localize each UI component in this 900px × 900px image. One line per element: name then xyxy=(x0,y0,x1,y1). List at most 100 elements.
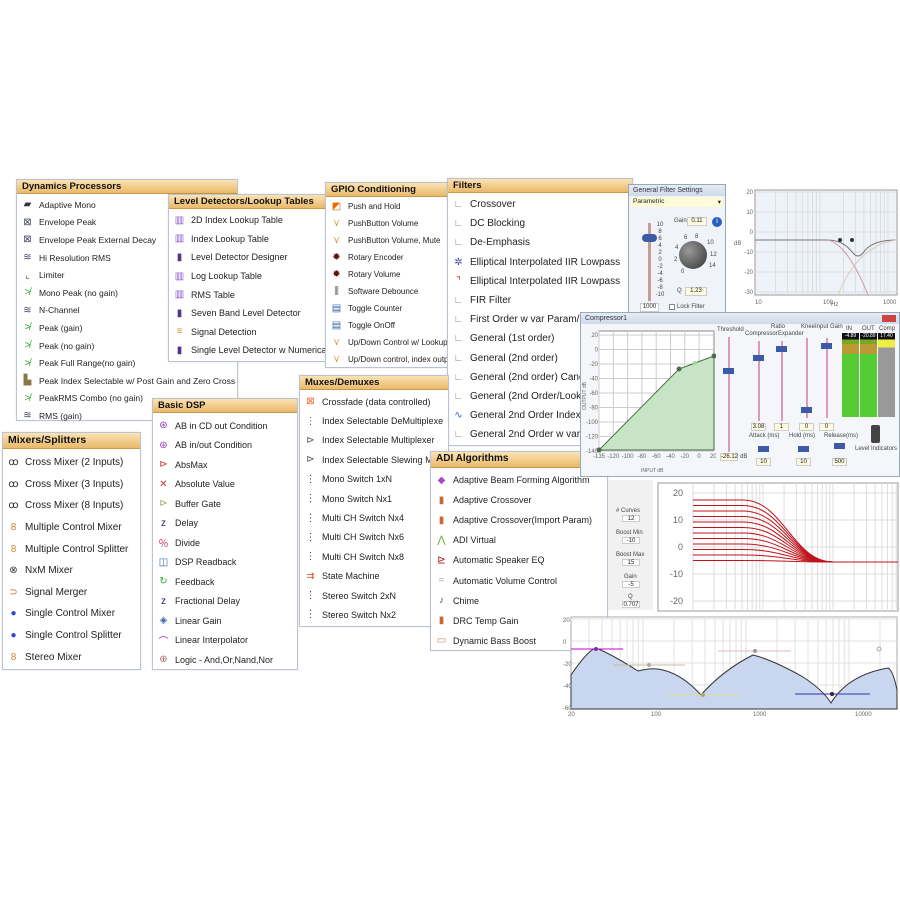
band-point[interactable] xyxy=(753,649,757,653)
palette-item[interactable]: ⊛ AB in/out Condition xyxy=(153,436,297,456)
palette-item[interactable]: ⌝ Elliptical Interpolated IIR Lowpass xyxy=(448,272,632,291)
knee-field[interactable]: 0 xyxy=(799,423,814,431)
palette-item[interactable]: ▮ Seven Band Level Detector xyxy=(169,304,327,323)
curves-field[interactable]: 12 xyxy=(622,515,640,522)
band-point[interactable] xyxy=(594,647,598,651)
palette-item[interactable]: ⋮ Stereo Switch 2xN xyxy=(300,586,448,605)
q-field[interactable]: 1.23 xyxy=(685,287,707,296)
palette-item[interactable]: ⋎ Up/Down Control w/ Lookup xyxy=(326,334,450,351)
band-point[interactable] xyxy=(647,663,651,667)
palette-item[interactable]: ⇉ State Machine xyxy=(300,567,448,586)
palette-item[interactable]: ꝏ Cross Mixer (8 Inputs) xyxy=(3,495,140,517)
threshold-slider[interactable] xyxy=(728,337,730,452)
palette-item[interactable]: ▮ Single Level Detector w Numerica xyxy=(169,341,327,360)
palette-item[interactable]: ⫼ Software Debounce xyxy=(326,283,450,300)
info-icon[interactable]: i xyxy=(712,217,722,227)
palette-item[interactable]: ⊳ Index Selectable Multiplexer xyxy=(300,431,448,450)
release-slider-thumb[interactable] xyxy=(834,443,845,449)
eq-point[interactable] xyxy=(850,238,854,242)
palette-item[interactable]: ⊳ Index Selectable Slewing M xyxy=(300,450,448,469)
palette-item[interactable]: ▥ 2D Index Lookup Table xyxy=(169,211,327,230)
palette-item[interactable]: ⊕ Logic - And,Or,Nand,Nor xyxy=(153,650,297,670)
palette-item[interactable]: ◫ DSP Readback xyxy=(153,553,297,573)
palette-item[interactable]: ∟ De-Emphasis xyxy=(448,233,632,252)
attack-slider-thumb[interactable] xyxy=(758,446,769,452)
hold-field[interactable]: 10 xyxy=(796,458,811,466)
threshold-thumb[interactable] xyxy=(723,368,734,374)
attack-field[interactable]: 10 xyxy=(756,458,771,466)
palette-item[interactable]: ◩ Push and Hold xyxy=(326,198,450,215)
boost-min-field[interactable]: -10 xyxy=(622,537,640,544)
palette-item[interactable]: ꝏ Cross Mixer (3 Inputs) xyxy=(3,474,140,496)
palette-item[interactable]: ⋎ PushButton Volume, Mute xyxy=(326,232,450,249)
ratio-expander-slider[interactable] xyxy=(781,341,783,421)
palette-item[interactable]: ％ Divide xyxy=(153,533,297,553)
palette-item[interactable]: ▤ Toggle Counter xyxy=(326,300,450,317)
palette-item[interactable]: ↻ Feedback xyxy=(153,572,297,592)
palette-item[interactable]: ◈ Linear Gain xyxy=(153,611,297,631)
curve-point[interactable] xyxy=(676,366,682,372)
lock-filter-checkbox[interactable] xyxy=(669,304,675,310)
frequency-field[interactable]: 1000 xyxy=(640,303,659,312)
palette-item[interactable]: ✹ Rotary Volume xyxy=(326,266,450,283)
palette-item[interactable]: z Delay xyxy=(153,514,297,534)
palette-item[interactable]: ⋮ Multi CH Switch Nx8 xyxy=(300,547,448,566)
palette-item[interactable]: ▥ Log Lookup Table xyxy=(169,267,327,286)
palette-item[interactable]: ≈ Automatic Volume Control xyxy=(431,570,607,590)
palette-item[interactable]: ⋀ ADI Virtual xyxy=(431,530,607,550)
gain-field[interactable]: 0.11 xyxy=(687,217,707,226)
palette-item[interactable]: ⊵ Automatic Speaker EQ xyxy=(431,550,607,570)
palette-item[interactable]: ⋮ Multi CH Switch Nx4 xyxy=(300,508,448,527)
release-field[interactable]: 500 xyxy=(832,458,847,466)
palette-item[interactable]: ▙ Peak Index Selectable w/ Post Gain and … xyxy=(17,372,237,390)
level-indicators-toggle[interactable] xyxy=(871,425,880,443)
eq-point[interactable] xyxy=(838,238,842,242)
palette-item[interactable]: ⊳ AbsMax xyxy=(153,455,297,475)
palette-item[interactable]: ▮ Adaptive Crossover xyxy=(431,490,607,510)
palette-item[interactable]: ✹ Rotary Encoder xyxy=(326,249,450,266)
palette-item[interactable]: ⋮ Stereo Switch Nx2 xyxy=(300,605,448,624)
boost-max-field[interactable]: 15 xyxy=(622,559,640,566)
band-point[interactable] xyxy=(830,692,834,696)
palette-item[interactable]: ⌒ Linear Interpolator xyxy=(153,631,297,651)
ratio-compressor-field[interactable]: 3.08 xyxy=(751,423,766,431)
palette-item[interactable]: 8 Stereo Mixer xyxy=(3,646,140,668)
close-button[interactable] xyxy=(882,315,896,322)
gain-field[interactable]: -5 xyxy=(622,581,640,588)
palette-item[interactable]: ꝏ Cross Mixer (2 Inputs) xyxy=(3,452,140,474)
palette-item[interactable]: ≡ Signal Detection xyxy=(169,323,327,342)
input-gain-thumb[interactable] xyxy=(821,343,832,349)
palette-item[interactable]: ✕ Absolute Value xyxy=(153,475,297,495)
palette-item[interactable]: 8 Multiple Control Mixer xyxy=(3,517,140,539)
palette-item[interactable]: ● Single Control Splitter xyxy=(3,625,140,647)
palette-item[interactable]: ⋮ Mono Switch 1xN xyxy=(300,470,448,489)
palette-item[interactable]: ⊛ AB in CD out Condition xyxy=(153,416,297,436)
band-point[interactable] xyxy=(701,693,705,697)
filter-type-select[interactable]: Parametric ▾ xyxy=(631,197,723,207)
palette-item[interactable]: ♪ Chime xyxy=(431,591,607,611)
palette-item[interactable]: ⋮ Multi CH Switch Nx6 xyxy=(300,528,448,547)
palette-item[interactable]: ⊳ Buffer Gate xyxy=(153,494,297,514)
palette-item[interactable]: ∟ FIR Filter xyxy=(448,291,632,310)
palette-item[interactable]: 8 Multiple Control Splitter xyxy=(3,538,140,560)
palette-item[interactable]: ▥ Index Lookup Table xyxy=(169,230,327,249)
input-gain-slider[interactable] xyxy=(826,338,828,418)
palette-item[interactable]: ✲ Elliptical Interpolated IIR Lowpass xyxy=(448,253,632,272)
q-field[interactable]: 0.707 xyxy=(622,601,640,608)
threshold-field[interactable]: -26.12 xyxy=(720,453,738,461)
ratio-expander-thumb[interactable] xyxy=(776,346,787,352)
palette-item[interactable]: ● Single Control Mixer xyxy=(3,603,140,625)
palette-item[interactable]: ▮ Adaptive Crossover(Import Param) xyxy=(431,510,607,530)
knee-slider[interactable] xyxy=(806,338,808,418)
knee-thumb[interactable] xyxy=(801,407,812,413)
ratio-compressor-slider[interactable] xyxy=(758,341,760,421)
palette-item[interactable]: z Fractional Delay xyxy=(153,592,297,612)
curve-point[interactable] xyxy=(693,361,697,365)
palette-item[interactable]: ⊗ NxM Mixer xyxy=(3,560,140,582)
hold-slider-thumb[interactable] xyxy=(798,446,809,452)
palette-item[interactable]: ⊠ Crossfade (data controlled) xyxy=(300,392,448,411)
ratio-compressor-thumb[interactable] xyxy=(753,355,764,361)
palette-item[interactable]: ∟ Crossover xyxy=(448,195,632,214)
palette-item[interactable]: ⋮ Index Selectable DeMultiplexe xyxy=(300,411,448,430)
input-gain-field[interactable]: 0 xyxy=(819,423,834,431)
